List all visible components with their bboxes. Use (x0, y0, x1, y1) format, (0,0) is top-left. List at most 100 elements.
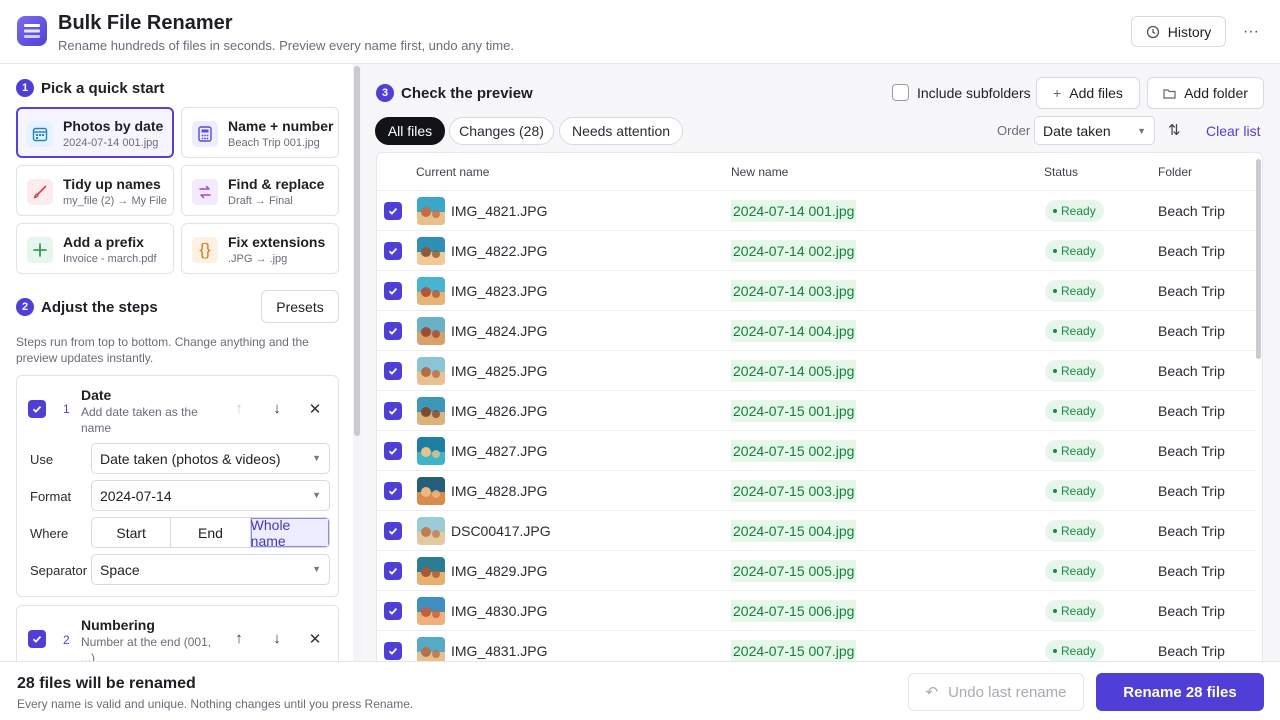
rename-files-button[interactable]: Rename 28 files (1096, 673, 1264, 711)
photo-thumbnail (417, 277, 445, 305)
row-select-checkbox[interactable] (384, 242, 402, 260)
filter-all-files[interactable]: All files (375, 117, 445, 145)
status-label: Ready (1061, 644, 1096, 658)
quick-start-fix-extensions[interactable]: {} Fix extensions .JPG → .jpg (181, 223, 339, 274)
left-panel-scrollbar[interactable] (353, 64, 361, 661)
current-name-cell: IMG_4827.JPG (451, 443, 548, 459)
table-row[interactable]: IMG_4826.JPG 2024-07-15 001.jpg Ready Beach… (377, 390, 1255, 430)
table-row[interactable]: IMG_4830.JPG 2024-07-15 006.jpg Ready Beach… (377, 590, 1255, 630)
folder-cell: Beach Trip (1158, 283, 1225, 299)
move-down-icon[interactable]: ↓ (267, 400, 287, 417)
where-option-end[interactable]: End (171, 518, 251, 547)
row-select-checkbox[interactable] (384, 322, 402, 340)
format-select[interactable]: 2024-07-14 ▼ (91, 480, 330, 511)
quick-start-name-number[interactable]: Name + number Beach Trip 001.jpg (181, 107, 339, 158)
table-row[interactable]: IMG_4831.JPG 2024-07-15 007.jpg Ready Beach… (377, 630, 1255, 661)
filter-needs-attention[interactable]: Needs attention (559, 117, 683, 145)
column-current-name[interactable]: Current name (416, 165, 489, 179)
row-select-checkbox[interactable] (384, 602, 402, 620)
column-new-name[interactable]: New name (731, 165, 788, 179)
move-down-icon[interactable]: ↓ (267, 630, 287, 647)
new-name-cell: 2024-07-14 004.jpg (731, 320, 857, 342)
status-badge: Ready (1045, 280, 1104, 302)
remove-step-icon[interactable]: ✕ (305, 630, 325, 648)
step-enabled-checkbox[interactable] (28, 400, 46, 418)
quick-start-title: Find & replace (228, 176, 325, 192)
quick-start-title: Fix extensions (228, 234, 326, 250)
format-label: Format (30, 489, 72, 504)
check-icon (32, 405, 42, 413)
check-icon (388, 287, 398, 295)
include-subfolders-toggle[interactable]: Include subfolders (892, 84, 1031, 101)
row-select-checkbox[interactable] (384, 522, 402, 540)
filter-changes[interactable]: Changes (28) (449, 117, 554, 145)
table-row[interactable]: IMG_4827.JPG 2024-07-15 002.jpg Ready Beach… (377, 430, 1255, 470)
column-folder[interactable]: Folder (1158, 165, 1192, 179)
left-panel: 1 Pick a quick start Photos by date 2024… (0, 64, 352, 661)
row-select-checkbox[interactable] (384, 402, 402, 420)
quick-start-add-prefix[interactable]: Add a prefix Invoice - march.pdf (16, 223, 174, 274)
add-files-button[interactable]: + Add files (1036, 77, 1140, 109)
status-badge: Ready (1045, 600, 1104, 622)
add-folder-label: Add folder (1184, 85, 1248, 101)
undo-label: Undo last rename (948, 683, 1067, 701)
column-status[interactable]: Status (1044, 165, 1078, 179)
row-select-checkbox[interactable] (384, 202, 402, 220)
quick-start-example: Invoice - march.pdf (63, 253, 157, 265)
table-row[interactable]: IMG_4821.JPG 2024-07-14 001.jpg Ready Beach… (377, 190, 1255, 230)
table-row[interactable]: IMG_4824.JPG 2024-07-14 004.jpg Ready Beach… (377, 310, 1255, 350)
folder-cell: Beach Trip (1158, 323, 1225, 339)
table-row[interactable]: DSC00417.JPG 2024-07-15 004.jpg Ready Beach… (377, 510, 1255, 550)
step-title: Date (81, 387, 112, 403)
status-badge: Ready (1045, 360, 1104, 382)
table-row[interactable]: IMG_4828.JPG 2024-07-15 003.jpg Ready Beach… (377, 470, 1255, 510)
plus-icon (27, 237, 53, 263)
row-select-checkbox[interactable] (384, 562, 402, 580)
table-row[interactable]: IMG_4822.JPG 2024-07-14 002.jpg Ready Beach… (377, 230, 1255, 270)
current-name-cell: IMG_4826.JPG (451, 403, 548, 419)
table-row[interactable]: IMG_4829.JPG 2024-07-15 005.jpg Ready Beach… (377, 550, 1255, 590)
step-index: 2 (63, 633, 70, 647)
quick-start-tidy-up[interactable]: Tidy up names my_file (2) → My File (16, 165, 174, 216)
use-select[interactable]: Date taken (photos & videos) ▼ (91, 443, 330, 474)
clear-list-link[interactable]: Clear list (1206, 123, 1260, 139)
row-select-checkbox[interactable] (384, 362, 402, 380)
row-select-checkbox[interactable] (384, 442, 402, 460)
scrollbar-thumb[interactable] (354, 66, 360, 436)
row-select-checkbox[interactable] (384, 642, 402, 660)
move-up-icon[interactable]: ↑ (229, 400, 249, 417)
row-select-checkbox[interactable] (384, 282, 402, 300)
remove-step-icon[interactable]: ✕ (305, 400, 325, 418)
scrollbar-thumb[interactable] (1256, 159, 1261, 359)
more-options-button[interactable]: ··· (1238, 16, 1264, 47)
presets-button[interactable]: Presets (261, 290, 339, 323)
order-select[interactable]: Date taken ▼ (1034, 116, 1155, 145)
current-name-cell: IMG_4831.JPG (451, 643, 548, 659)
history-button[interactable]: History (1131, 16, 1226, 47)
step-number-badge: 2 (16, 298, 34, 316)
folder-cell: Beach Trip (1158, 203, 1225, 219)
new-name-cell: 2024-07-15 005.jpg (731, 560, 857, 582)
where-option-whole-name[interactable]: Whole name (250, 518, 329, 547)
move-up-icon[interactable]: ↑ (229, 630, 249, 647)
app-title: Bulk File Renamer (58, 12, 233, 34)
table-row[interactable]: IMG_4823.JPG 2024-07-14 003.jpg Ready Beach… (377, 270, 1255, 310)
quick-start-find-replace[interactable]: Find & replace Draft → Final (181, 165, 339, 216)
status-dot-icon (1053, 609, 1057, 613)
status-dot-icon (1053, 569, 1057, 573)
step-enabled-checkbox[interactable] (28, 630, 46, 648)
where-label: Where (30, 526, 69, 541)
table-scrollbar[interactable] (1255, 153, 1263, 661)
add-folder-button[interactable]: Add folder (1147, 77, 1264, 109)
where-option-start[interactable]: Start (92, 518, 172, 547)
table-row[interactable]: IMG_4825.JPG 2024-07-14 005.jpg Ready Beach… (377, 350, 1255, 390)
undo-last-rename-button[interactable]: ↶ Undo last rename (908, 673, 1084, 711)
sort-direction-icon[interactable]: ⇅ (1168, 121, 1181, 139)
quick-start-title: Tidy up names (63, 176, 161, 192)
row-select-checkbox[interactable] (384, 482, 402, 500)
separator-select[interactable]: Space ▼ (91, 554, 330, 585)
current-name-cell: IMG_4822.JPG (451, 243, 548, 259)
quick-start-photos-by-date[interactable]: Photos by date 2024-07-14 001.jpg (16, 107, 174, 158)
include-subfolders-checkbox[interactable] (892, 84, 909, 101)
app-subtitle: Rename hundreds of files in seconds. Pre… (58, 38, 514, 53)
